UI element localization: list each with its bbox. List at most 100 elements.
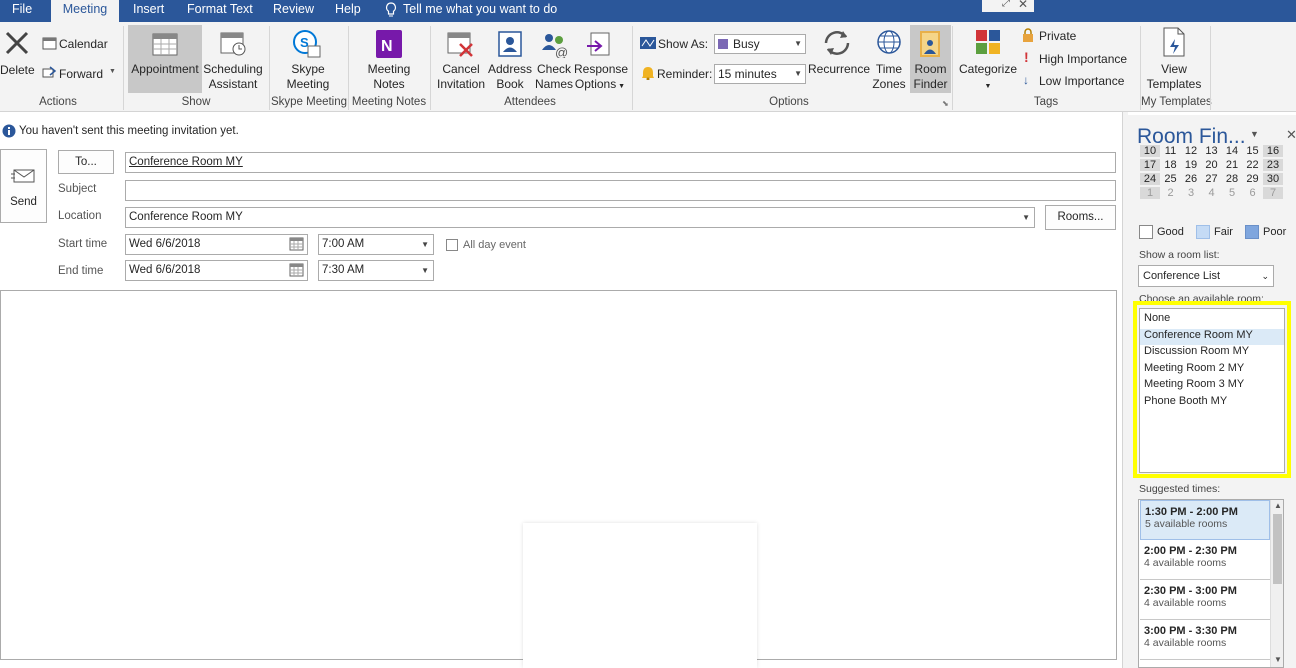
rooms-button[interactable]: Rooms... (1045, 205, 1116, 230)
suggested-time-item[interactable]: 1:30 PM - 2:00 PM 5 available rooms (1140, 500, 1270, 540)
calendar-day[interactable]: 13 (1202, 145, 1222, 157)
calendar-day[interactable]: 23 (1263, 159, 1283, 171)
calendar-day[interactable]: 21 (1222, 159, 1242, 171)
calendar-day[interactable]: 11 (1161, 145, 1181, 157)
skype-meeting-button[interactable]: Skype Meeting (276, 62, 340, 92)
calendar-day[interactable]: 1 (1140, 187, 1160, 199)
scrollbar[interactable]: ▲ ▼ (1270, 500, 1283, 667)
suggested-time-range: 3:00 PM - 3:30 PM (1144, 625, 1237, 637)
scroll-down-icon[interactable]: ▼ (1274, 655, 1282, 664)
calendar-day[interactable]: 15 (1243, 145, 1263, 157)
time-zones-button[interactable]: Time Zones (868, 62, 910, 92)
room-list-dropdown[interactable]: Conference List ⌄ (1138, 265, 1274, 287)
calendar-picker-icon[interactable] (289, 263, 304, 277)
subject-field[interactable] (125, 180, 1116, 201)
check-names-button[interactable]: Check Names (534, 62, 574, 92)
calendar-picker-icon[interactable] (289, 237, 304, 251)
calendar-day[interactable]: 30 (1263, 173, 1283, 185)
dialog-launcher-icon[interactable]: ⬊ (942, 99, 949, 108)
calendar-day[interactable]: 24 (1140, 173, 1160, 185)
templates-label-1: View (1161, 62, 1187, 76)
group-label-skype: Skype Meeting (270, 96, 348, 108)
to-field[interactable]: Conference Room MY (125, 152, 1116, 173)
calendar-button[interactable]: Calendar (59, 37, 108, 52)
send-envelope-icon (11, 169, 35, 183)
calendar-day[interactable]: 26 (1181, 173, 1201, 185)
check-label-2: Names (534, 77, 573, 91)
start-date-field[interactable]: Wed 6/6/2018 (125, 234, 308, 255)
end-time-dropdown[interactable]: 7:30 AM ▼ (318, 260, 434, 281)
high-importance-button[interactable]: High Importance (1039, 52, 1127, 67)
address-book-button[interactable]: Address Book (488, 62, 532, 92)
check-names-icon: @ (542, 34, 568, 58)
calendar-day[interactable]: 22 (1243, 159, 1263, 171)
calendar-day[interactable]: 17 (1140, 159, 1160, 171)
calendar-day[interactable]: 16 (1263, 145, 1283, 157)
private-button[interactable]: Private (1039, 29, 1076, 44)
calendar-day[interactable]: 28 (1222, 173, 1242, 185)
calendar-day[interactable]: 5 (1222, 187, 1242, 199)
start-time-dropdown[interactable]: 7:00 AM ▼ (318, 234, 434, 255)
all-day-checkbox[interactable] (446, 239, 458, 251)
time-label-2: Zones (872, 77, 906, 91)
calendar-day[interactable]: 4 (1202, 187, 1222, 199)
close-icon[interactable]: ✕ (1286, 127, 1296, 143)
scheduling-assistant-button[interactable]: Scheduling Assistant (203, 62, 263, 92)
calendar-day[interactable]: 20 (1202, 159, 1222, 171)
calendar-day[interactable]: 29 (1243, 173, 1263, 185)
send-button[interactable]: Send (0, 149, 47, 223)
address-book-icon (498, 31, 522, 57)
calendar-day[interactable]: 6 (1243, 187, 1263, 199)
tell-me-search[interactable]: Tell me what you want to do (403, 0, 557, 22)
forward-button[interactable]: Forward (59, 67, 103, 82)
calendar-day[interactable]: 3 (1181, 187, 1201, 199)
show-room-list-label: Show a room list: (1139, 249, 1220, 261)
tab-meeting[interactable]: Meeting (51, 0, 119, 23)
close-icon[interactable]: ✕ (1018, 0, 1028, 11)
tab-insert[interactable]: Insert (133, 0, 164, 22)
calendar-day[interactable]: 18 (1161, 159, 1181, 171)
meeting-notes-button[interactable]: Meeting Notes (358, 62, 420, 92)
group-label-tags: Tags (1033, 96, 1059, 108)
tab-file[interactable]: File (12, 0, 32, 22)
calendar-day[interactable]: 7 (1263, 187, 1283, 199)
calendar-day[interactable]: 27 (1202, 173, 1222, 185)
calendar-day[interactable]: 19 (1181, 159, 1201, 171)
response-options-button[interactable]: Response Options ▼ (574, 62, 628, 94)
calendar-day[interactable]: 10 (1140, 145, 1160, 157)
legend-good-swatch (1139, 225, 1153, 239)
tab-format-text[interactable]: Format Text (187, 0, 253, 22)
suggested-time-item[interactable]: 2:00 PM - 2:30 PM 4 available rooms (1140, 540, 1270, 580)
low-importance-button[interactable]: Low Importance (1039, 74, 1124, 89)
recurrence-button[interactable]: Recurrence (808, 62, 870, 77)
check-label-1: Check (536, 62, 571, 76)
cancel-invitation-button[interactable]: Cancel Invitation (434, 62, 488, 92)
calendar-day[interactable]: 2 (1161, 187, 1181, 199)
tab-review[interactable]: Review (273, 0, 314, 22)
chevron-down-icon[interactable]: ▼ (1022, 208, 1030, 227)
end-date-field[interactable]: Wed 6/6/2018 (125, 260, 308, 281)
show-as-dropdown[interactable]: Busy ▼ (714, 34, 806, 54)
calendar-day[interactable]: 12 (1181, 145, 1201, 157)
group-label-show: Show (181, 96, 211, 108)
suggested-time-item[interactable]: 2:30 PM - 3:00 PM 4 available rooms (1140, 580, 1270, 620)
mini-calendar[interactable]: 10 11 12 13 14 15 16 17 18 19 20 21 22 23 24 25 26 27 28 29… (1140, 145, 1286, 211)
location-field[interactable]: Conference Room MY ▼ (125, 207, 1035, 228)
categorize-button[interactable]: Categorize ▼ (957, 62, 1019, 94)
restore-icon[interactable]: ⤢ (1002, 0, 1010, 9)
suggested-times-list[interactable]: 1:30 PM - 2:00 PM 5 available rooms 2:00 P… (1138, 499, 1284, 668)
calendar-day[interactable]: 25 (1161, 173, 1181, 185)
chevron-down-icon[interactable]: ▼ (1250, 129, 1259, 139)
forward-dropdown-icon[interactable]: ▼ (109, 68, 116, 75)
calendar-day[interactable]: 14 (1222, 145, 1242, 157)
available-rooms-count: 4 available rooms (1144, 557, 1227, 569)
scrollbar-thumb[interactable] (1273, 514, 1282, 584)
scroll-up-icon[interactable]: ▲ (1274, 501, 1282, 510)
to-button[interactable]: To... (58, 150, 114, 174)
suggested-time-item[interactable]: 3:00 PM - 3:30 PM 4 available rooms (1140, 620, 1270, 660)
delete-button[interactable]: Delete (0, 63, 35, 78)
tab-help[interactable]: Help (335, 0, 361, 22)
reminder-dropdown[interactable]: 15 minutes ▼ (714, 64, 806, 84)
time-zones-icon (877, 30, 901, 54)
view-templates-button[interactable]: View Templates (1141, 62, 1207, 92)
